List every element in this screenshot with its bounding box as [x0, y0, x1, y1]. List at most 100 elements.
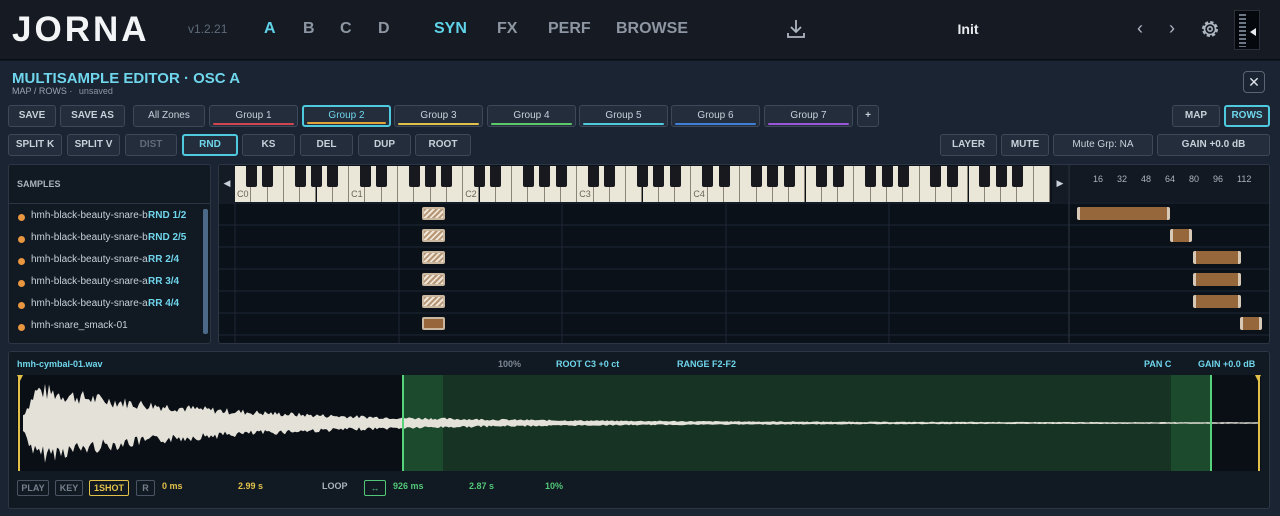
nav-tab-fx[interactable]: FX	[497, 20, 517, 38]
sample-list-item[interactable]: hmh-black-beauty-snare-a RR 4/4	[9, 294, 210, 316]
sample-list-item[interactable]: hmh-snare_smack-01	[9, 316, 210, 338]
black-key[interactable]	[881, 166, 893, 187]
mute-button[interactable]: MUTE	[1001, 134, 1049, 156]
osc-tab-d[interactable]: D	[378, 20, 390, 38]
rows-view-button[interactable]: ROWS	[1224, 105, 1270, 127]
key-range[interactable]: RANGE F2-F2	[677, 359, 736, 369]
sample-list-item[interactable]: hmh-black-beauty-snare-a RR 2/4	[9, 250, 210, 272]
black-key[interactable]	[555, 166, 567, 187]
duplicate-button[interactable]: DUP	[358, 134, 411, 156]
black-key[interactable]	[425, 166, 437, 187]
black-key[interactable]	[832, 166, 844, 187]
mute-group-select[interactable]: Mute Grp: NA	[1053, 134, 1153, 156]
black-key[interactable]	[783, 166, 795, 187]
osc-tab-b[interactable]: B	[303, 20, 315, 38]
black-key[interactable]	[653, 166, 665, 187]
nav-tab-perf[interactable]: PERF	[548, 20, 591, 38]
black-key[interactable]	[702, 166, 714, 187]
root-note[interactable]: ROOT C3 +0 ct	[556, 359, 619, 369]
map-view-button[interactable]: MAP	[1172, 105, 1220, 127]
all-zones-button[interactable]: All Zones	[133, 105, 205, 127]
rnd-button[interactable]: RND	[182, 134, 238, 156]
black-key[interactable]	[816, 166, 828, 187]
key-zone[interactable]	[422, 295, 445, 308]
black-key[interactable]	[245, 166, 257, 187]
black-key[interactable]	[262, 166, 274, 187]
keyboard-scroll-left-icon[interactable]: ◀	[219, 165, 235, 202]
black-key[interactable]	[376, 166, 388, 187]
black-key[interactable]	[995, 166, 1007, 187]
velocity-zone[interactable]	[1193, 295, 1241, 308]
group-tab-4[interactable]: Group 4	[487, 105, 576, 127]
black-key[interactable]	[637, 166, 648, 187]
oneshot-button[interactable]: 1SHOT	[89, 480, 129, 496]
sample-end-value[interactable]: 2.99 s	[238, 481, 263, 491]
crossfade-value[interactable]: 10%	[545, 481, 563, 491]
key-zone[interactable]	[422, 207, 445, 220]
group-tab-7[interactable]: Group 7	[764, 105, 853, 127]
group-tab-1[interactable]: Group 1	[209, 105, 298, 127]
sample-gain[interactable]: GAIN +0.0 dB	[1198, 359, 1255, 369]
black-key[interactable]	[311, 166, 322, 187]
black-key[interactable]	[1011, 166, 1023, 187]
black-key[interactable]	[359, 166, 371, 187]
black-key[interactable]	[930, 166, 942, 187]
black-key[interactable]	[490, 166, 502, 187]
key-zone[interactable]	[422, 251, 445, 264]
group-tab-2[interactable]: Group 2	[302, 105, 391, 127]
save-as-button[interactable]: SAVE AS	[60, 105, 125, 127]
key-button[interactable]: KEY	[55, 480, 83, 496]
sample-list-item[interactable]: hmh-black-beauty-snare-b RND 2/5	[9, 228, 210, 250]
black-key[interactable]	[441, 166, 453, 187]
output-meter[interactable]	[1234, 10, 1260, 50]
keyboard-scroll-right-icon[interactable]: ▶	[1052, 165, 1068, 202]
black-key[interactable]	[718, 166, 730, 187]
black-key[interactable]	[522, 166, 534, 187]
black-key[interactable]	[294, 166, 306, 187]
osc-tab-c[interactable]: C	[340, 20, 352, 38]
split-k-button[interactable]: SPLIT K	[8, 134, 62, 156]
velocity-zone[interactable]	[1077, 207, 1170, 220]
key-zone[interactable]	[422, 229, 445, 242]
sample-start-handle-icon[interactable]	[17, 375, 23, 381]
black-key[interactable]	[604, 166, 616, 187]
nav-tab-syn[interactable]: SYN	[434, 20, 467, 38]
white-key[interactable]	[1033, 166, 1050, 202]
nav-tab-browse[interactable]: BROWSE	[616, 20, 688, 38]
velocity-zone[interactable]	[1240, 317, 1262, 330]
close-icon[interactable]: ✕	[1243, 71, 1265, 93]
preset-name[interactable]: Init	[940, 21, 996, 37]
download-icon[interactable]	[786, 18, 806, 40]
key-zone[interactable]	[422, 317, 445, 330]
pan-value[interactable]: PAN C	[1144, 359, 1171, 369]
group-tab-5[interactable]: Group 5	[579, 105, 668, 127]
reverse-button[interactable]: R	[136, 480, 155, 496]
black-key[interactable]	[327, 166, 339, 187]
velocity-zone[interactable]	[1193, 273, 1241, 286]
osc-tab-a[interactable]: A	[264, 20, 276, 38]
key-zone[interactable]	[422, 273, 445, 286]
black-key[interactable]	[897, 166, 909, 187]
play-button[interactable]: PLAY	[17, 480, 49, 496]
sample-list-item[interactable]: hmh-black-beauty-snare-b RND 1/2	[9, 206, 210, 228]
chevron-right-icon[interactable]: ›	[1169, 18, 1175, 39]
velocity-zone[interactable]	[1170, 229, 1192, 242]
sample-end-handle-icon[interactable]	[1255, 375, 1261, 381]
sample-start-value[interactable]: 0 ms	[162, 481, 183, 491]
zone-gain-control[interactable]: GAIN +0.0 dB	[1157, 134, 1270, 156]
black-key[interactable]	[588, 166, 600, 187]
root-button[interactable]: ROOT	[415, 134, 471, 156]
split-v-button[interactable]: SPLIT V	[67, 134, 120, 156]
black-key[interactable]	[474, 166, 485, 187]
ks-button[interactable]: KS	[242, 134, 295, 156]
loop-start-value[interactable]: 926 ms	[393, 481, 424, 491]
black-key[interactable]	[408, 166, 420, 187]
delete-button[interactable]: DEL	[300, 134, 353, 156]
dist-button[interactable]: DIST	[125, 134, 177, 156]
group-tab-3[interactable]: Group 3	[394, 105, 483, 127]
group-tab-6[interactable]: Group 6	[671, 105, 760, 127]
add-group-button[interactable]: +	[857, 105, 879, 127]
layer-button[interactable]: LAYER	[940, 134, 997, 156]
samples-scrollbar[interactable]	[203, 209, 208, 334]
black-key[interactable]	[669, 166, 681, 187]
